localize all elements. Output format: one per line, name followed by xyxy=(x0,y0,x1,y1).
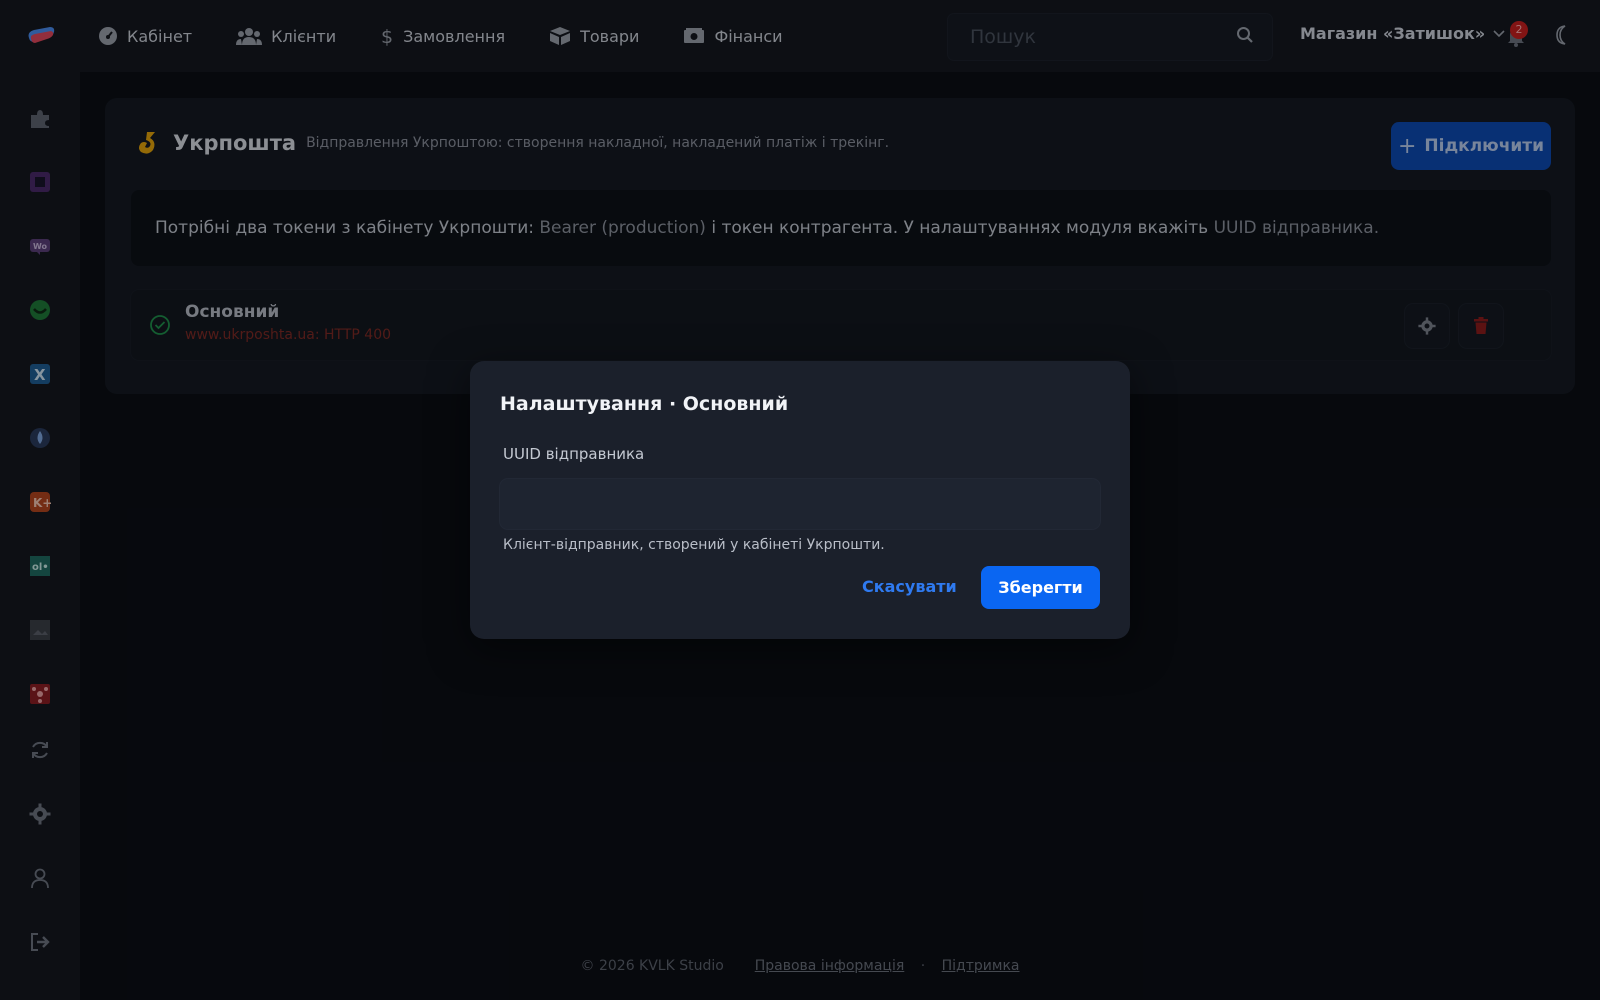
modal-title: Налаштування · Основний xyxy=(500,393,789,415)
uuid-hint: Клієнт-відправник, створений у кабінеті … xyxy=(503,537,885,553)
settings-modal: Налаштування · Основний UUID відправника… xyxy=(470,361,1130,639)
uuid-input[interactable] xyxy=(500,479,1100,529)
uuid-label: UUID відправника xyxy=(503,445,645,463)
cancel-button[interactable]: Скасувати xyxy=(854,566,965,606)
save-button[interactable]: Зберегти xyxy=(981,566,1100,609)
